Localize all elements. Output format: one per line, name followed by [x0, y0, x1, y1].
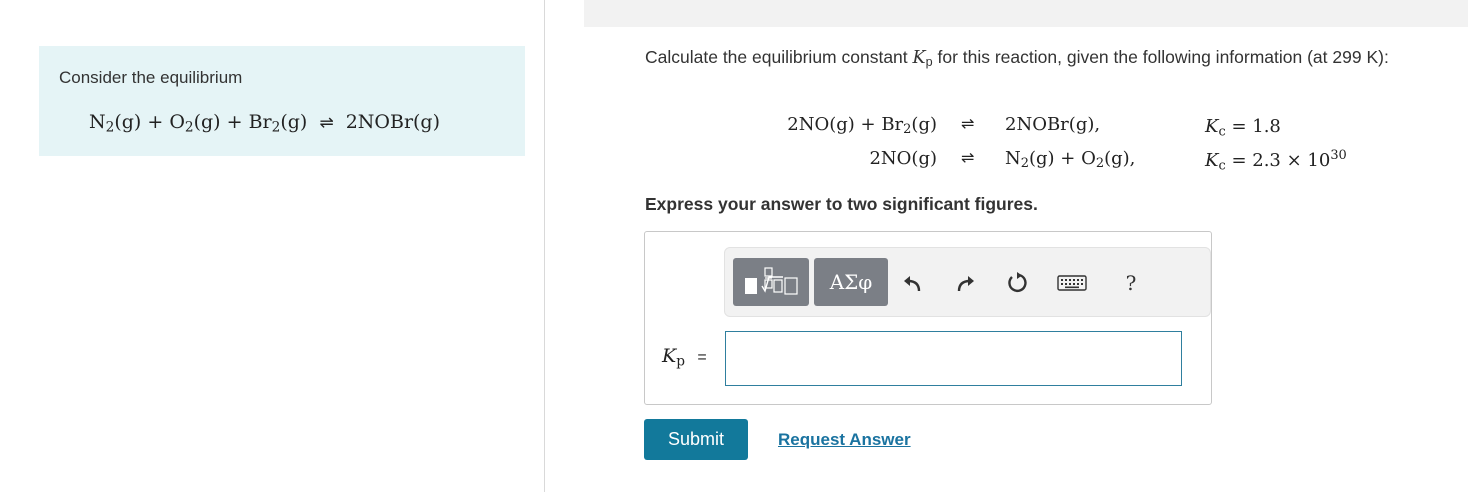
eq-text: N: [89, 111, 106, 133]
equilibrium-arrow: ⇌: [319, 113, 334, 133]
reset-icon: [1008, 272, 1027, 292]
eq-text: (g): [280, 111, 308, 133]
undo-button[interactable]: [899, 269, 927, 297]
redo-button[interactable]: [951, 269, 979, 297]
templates-icon: [745, 267, 798, 295]
eq-text: (g) + Br: [193, 111, 272, 133]
question-post: for this reaction, given the following i…: [932, 47, 1389, 67]
templates-button[interactable]: [733, 258, 809, 306]
equilibrium-arrow: ⇌: [961, 114, 975, 133]
reaction-right: 2NOBr(g),: [1005, 114, 1101, 135]
keyboard-button[interactable]: [1055, 269, 1089, 297]
symbols-button[interactable]: ΑΣφ: [814, 258, 888, 306]
equilibrium-arrow: ⇌: [961, 148, 975, 167]
top-strip: [584, 0, 1468, 27]
page: Consider the equilibrium N2(g) + O2(g) +…: [0, 0, 1468, 492]
reaction-k: Kc = 1.8: [1205, 116, 1281, 140]
intro-box: Consider the equilibrium N2(g) + O2(g) +…: [39, 46, 525, 156]
question-text: Calculate the equilibrium constant Kp fo…: [645, 45, 1460, 75]
request-answer-link[interactable]: Request Answer: [778, 430, 911, 450]
reaction-left: 2NO(g) + Br2(g): [787, 114, 937, 138]
answer-input[interactable]: [725, 331, 1182, 386]
answer-box: ΑΣφ ? Kp =: [644, 231, 1212, 405]
eq-subscript: 2: [184, 119, 194, 136]
math-toolbar: ΑΣφ ?: [724, 247, 1211, 317]
help-button[interactable]: ?: [1117, 269, 1145, 297]
eq-product: 2NOBr(g): [345, 111, 441, 133]
k-subscript: p: [925, 55, 933, 70]
reset-button[interactable]: [1003, 269, 1031, 297]
reaction-left: 2NO(g): [869, 148, 937, 169]
reaction-right: N2(g) + O2(g),: [1005, 148, 1136, 172]
question-pre: Calculate the equilibrium constant: [645, 47, 913, 67]
redo-icon: [957, 276, 974, 292]
eq-text: (g) + O: [114, 111, 185, 133]
keyboard-icon: [1057, 275, 1087, 291]
reaction-k: Kc = 2.3 × 1030: [1205, 148, 1347, 174]
main-equation: N2(g) + O2(g) + Br2(g) ⇌ 2NOBr(g): [89, 111, 440, 135]
intro-text: Consider the equilibrium: [59, 68, 243, 87]
undo-icon: [904, 276, 921, 292]
instruction-text: Express your answer to two significant f…: [645, 194, 1038, 214]
submit-button[interactable]: Submit: [644, 419, 748, 460]
kp-label: Kp =: [662, 345, 707, 370]
left-panel: Consider the equilibrium N2(g) + O2(g) +…: [0, 0, 545, 492]
k-symbol: K: [912, 48, 926, 68]
